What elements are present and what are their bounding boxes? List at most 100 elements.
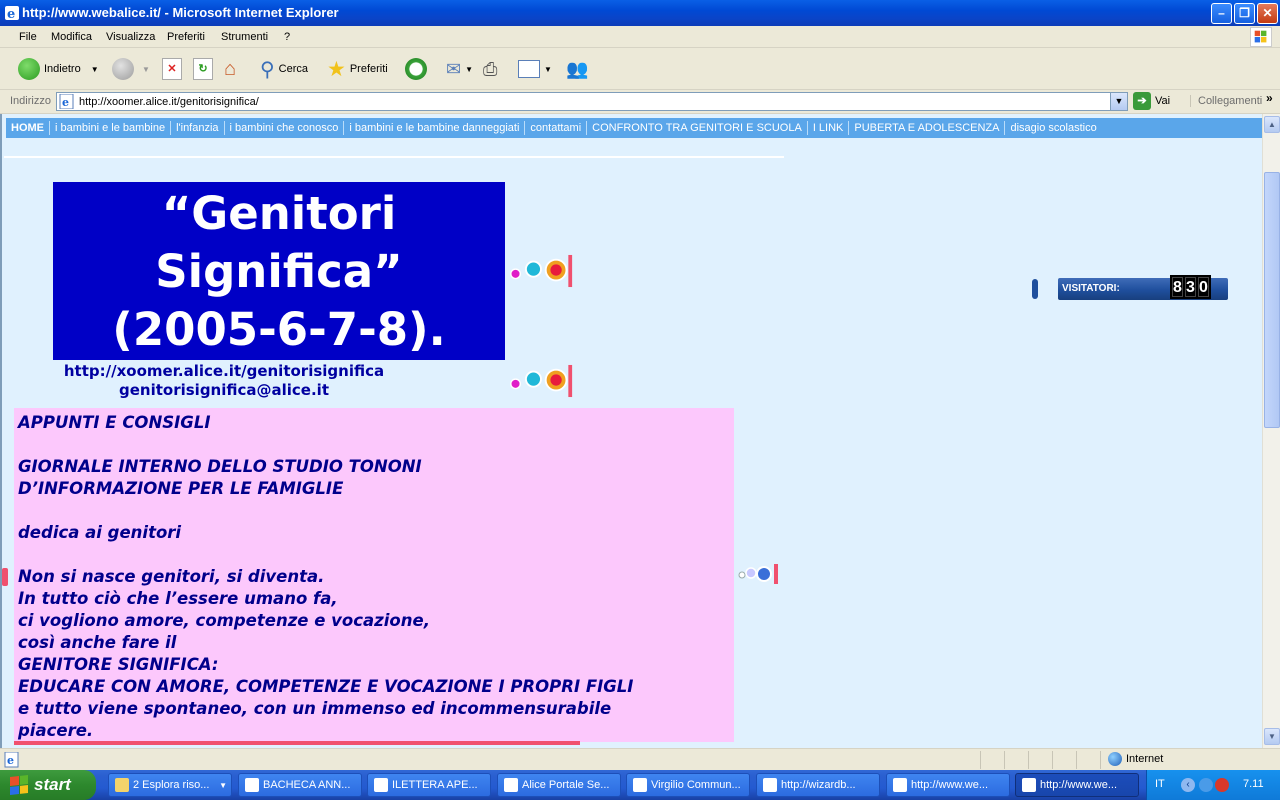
scroll-down-icon[interactable]: ▼ [1264,728,1280,745]
network-icon[interactable] [1199,778,1213,792]
text-line: ci vogliono amore, competenze e vocazion… [18,611,430,630]
chevron-down-icon[interactable]: ▼ [544,65,552,74]
chevron-down-icon[interactable]: ▼ [465,65,473,74]
go-button[interactable]: ➔ Vai [1133,92,1170,110]
svg-text:e: e [7,754,14,767]
chevron-down-icon[interactable]: ▼ [91,65,99,74]
print-icon: ⎙ [483,58,498,79]
stop-button[interactable]: ✕ [162,56,182,82]
window-titlebar: e http://www.webalice.it/ - Microsoft In… [0,0,1280,26]
links-toolbar[interactable]: Collegamenti [1190,95,1262,107]
start-button[interactable]: start [0,770,96,800]
counter-cap [1032,279,1038,299]
toolbar-overflow-icon[interactable]: » [1266,91,1273,105]
site-contacts: http://xoomer.alice.it/genitorisignifica… [53,362,395,400]
forward-arrow-icon [112,58,134,80]
stop-icon: ✕ [162,58,182,80]
back-button[interactable]: Indietro ▼ [18,56,99,82]
text-line: piacere. [18,721,94,740]
status-segment [1100,751,1101,769]
address-dropdown-icon[interactable]: ▼ [1110,93,1127,110]
counter-label: VISITATORI: [1062,283,1120,294]
security-zone: Internet [1108,752,1163,766]
taskbar-item[interactable]: ILETTERA APE... [367,773,491,797]
messenger-button[interactable]: 👥 [566,56,588,82]
text-line: dedica ai genitori [18,523,182,542]
page-icon: e [59,94,74,109]
back-label: Indietro [44,63,81,75]
search-button[interactable]: ⚲ Cerca [260,56,308,82]
nav-disagio[interactable]: disagio scolastico [1005,121,1101,135]
nav-contattami[interactable]: contattami [525,121,588,135]
show-hidden-icons-icon[interactable]: ‹ [1181,778,1195,792]
taskbar-item[interactable]: 2 Esplora riso... ▼ [108,773,232,797]
taskbar-item-active[interactable]: http://www.we... [1015,773,1139,797]
title-line: Significa” [155,245,403,298]
scroll-up-icon[interactable]: ▲ [1264,116,1280,133]
ie-icon [1022,778,1036,792]
taskbar-item[interactable]: BACHECA ANN... [238,773,362,797]
status-segment [1052,751,1053,769]
menu-file[interactable]: File [19,31,37,43]
taskbar-item-label: Alice Portale Se... [522,779,610,791]
decorative-dots-icon [510,364,573,398]
decorative-marker [2,568,8,586]
antivirus-icon[interactable] [1215,778,1229,792]
menu-visualizza[interactable]: Visualizza [106,31,155,43]
menu-bar: File Modifica Visualizza Preferiti Strum… [0,26,1280,48]
divider [4,156,784,158]
taskbar-item-label: Virgilio Commun... [651,779,741,791]
clock[interactable]: 7.11 [1243,778,1264,790]
nav-infanzia[interactable]: l'infanzia [171,121,225,135]
ie-icon [893,778,907,792]
close-button[interactable]: ✕ [1257,3,1278,24]
edit-button[interactable]: ▼ [518,56,552,82]
maximize-button[interactable]: ❐ [1234,3,1255,24]
status-segment [980,751,981,769]
menu-strumenti[interactable]: Strumenti [221,31,268,43]
nav-bambini-che-conosco[interactable]: i bambini che conosco [225,121,345,135]
nav-confronto[interactable]: CONFRONTO TRA GENITORI E SCUOLA [587,121,808,135]
favorites-button[interactable]: ★ Preferiti [327,56,388,82]
forward-button[interactable]: ▼ [112,56,150,82]
chevron-down-icon[interactable]: ▼ [142,65,150,74]
decorative-dots-icon [738,564,778,584]
nav-bambini[interactable]: i bambini e le bambine [50,121,172,135]
menu-modifica[interactable]: Modifica [51,31,92,43]
print-button[interactable]: ⎙ [483,56,497,82]
standard-toolbar: Indietro ▼ ▼ ✕ ↻ ⌂ ⚲ Cerca ★ Preferiti ✉… [0,48,1280,90]
menu-help[interactable]: ? [284,31,290,43]
taskbar-item-label: http://www.we... [911,779,989,791]
ie-icon [633,778,647,792]
mail-button[interactable]: ✉ ▼ [446,56,473,82]
nav-bambini-danneggiati[interactable]: i bambini e le bambine danneggiati [344,121,526,135]
page-title: “Genitori Significa” (2005-6-7-8). [53,182,505,360]
text-line: EDUCARE CON AMORE, COMPETENZE E VOCAZION… [18,677,634,696]
email-link[interactable]: genitorisignifica@alice.it [53,381,395,400]
favorites-label: Preferiti [349,63,388,75]
taskbar-item[interactable]: Virgilio Commun... [626,773,750,797]
text-line: GIORNALE INTERNO DELLO STUDIO TONONI [18,457,422,476]
menu-preferiti[interactable]: Preferiti [167,31,205,43]
text-line: GENITORE SIGNIFICA: [18,655,219,674]
home-button[interactable]: ⌂ [224,56,248,82]
taskbar-item[interactable]: http://www.we... [886,773,1010,797]
scrollbar-thumb[interactable] [1264,172,1280,428]
nav-link[interactable]: I LINK [808,121,850,135]
history-button[interactable] [405,56,427,82]
taskbar-item[interactable]: http://wizardb... [756,773,880,797]
nav-puberta[interactable]: PUBERTA E ADOLESCENZA [849,121,1006,135]
refresh-button[interactable]: ↻ [193,56,213,82]
site-url-link[interactable]: http://xoomer.alice.it/genitorisignifica [53,362,395,381]
taskbar-item[interactable]: Alice Portale Se... [497,773,621,797]
address-bar: Indirizzo e http://xoomer.alice.it/genit… [0,90,1280,114]
counter-digit: 8 [1172,277,1183,297]
vertical-scrollbar[interactable]: ▲ ▼ [1262,114,1280,748]
counter-digits: 8 3 0 [1170,275,1211,299]
language-indicator[interactable]: IT [1155,778,1165,790]
minimize-button[interactable]: – [1211,3,1232,24]
nav-home[interactable]: HOME [6,121,50,135]
window-title: http://www.webalice.it/ - Microsoft Inte… [22,5,339,20]
address-input[interactable]: e http://xoomer.alice.it/genitorisignifi… [56,92,1128,111]
go-label: Vai [1155,95,1171,107]
